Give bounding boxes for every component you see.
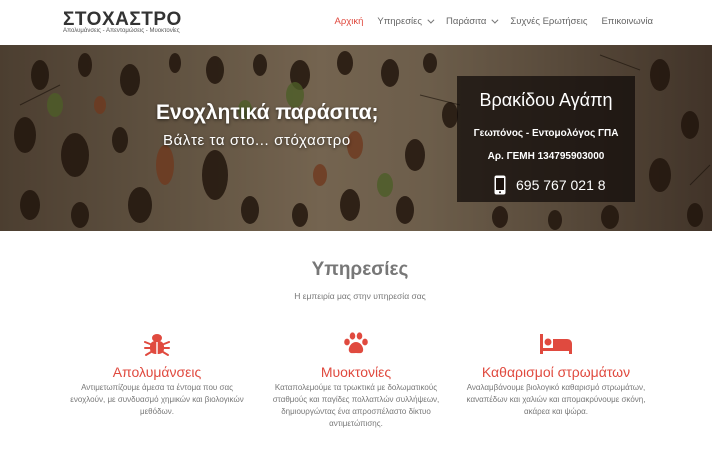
contact-role: Γεωπόνος - Εντομολόγος ΓΠΑ	[473, 128, 619, 139]
service-disinfection: Απολυμάνσεις Αντιμετωπίζουμε άμεσα τα έν…	[67, 330, 247, 418]
nav-item-home[interactable]: Αρχική	[335, 16, 364, 27]
contact-card: Βρακίδου Αγάπη Γεωπόνος - Εντομολόγος ΓΠ…	[457, 76, 635, 202]
main-nav: Αρχική Υπηρεσίες Παράσιτα Συχνές Ερωτήσε…	[321, 16, 654, 27]
logo-tagline: Απολυμάνσεις - Απεντομώσεις - Μυοκτονίες	[63, 28, 180, 34]
site-header: ΣΤΟΧΑΣΤΡΟ Απολυμάνσεις - Απεντομώσεις - …	[0, 0, 720, 45]
nav-item-contact[interactable]: Επικοινωνία	[601, 16, 653, 27]
nav-item-label: Αρχική	[334, 16, 364, 27]
service-name: Μυοκτονίες	[320, 364, 392, 380]
service-name: Καθαρισμοί στρωμάτων	[481, 364, 631, 380]
phone-number: 695 767 021 8	[516, 177, 606, 193]
nav-item-label: Επικοινωνία	[601, 16, 653, 27]
phone-link[interactable]: 695 767 021 8	[494, 175, 606, 195]
chevron-down-icon	[491, 16, 499, 24]
paw-icon	[344, 332, 368, 354]
nav-item-faq[interactable]: Συχνές Ερωτήσεις	[510, 16, 587, 27]
hero-banner: Ενοχλητικά παράσιτα; Βάλτε τα στο... στό…	[0, 45, 712, 231]
bug-icon	[144, 334, 170, 356]
service-name: Απολυμάνσεις	[112, 364, 202, 380]
service-description: Αναλαμβάνουμε βιολογικό καθαρισμό στρωμά…	[466, 383, 646, 416]
service-mattress-cleaning: Καθαρισμοί στρωμάτων Αναλαμβάνουμε βιολο…	[466, 330, 646, 418]
hero-title: Ενοχλητικά παράσιτα;	[156, 101, 379, 124]
contact-name: Βρακίδου Αγάπη	[479, 90, 613, 110]
nav-item-label: Συχνές Ερωτήσεις	[510, 16, 588, 27]
chevron-down-icon	[427, 16, 435, 24]
nav-item-pests[interactable]: Παράσιτα	[445, 16, 499, 27]
bed-icon	[540, 334, 572, 354]
nav-item-label: Παράσιτα	[445, 16, 487, 27]
service-description: Καταπολεμούμε τα τρωκτικά με δολωματικού…	[272, 383, 440, 428]
service-description: Αντιμετωπίζουμε άμεσα τα έντομα που σας …	[70, 383, 244, 416]
site-logo[interactable]: ΣΤΟΧΑΣΤΡΟ Απολυμάνσεις - Απεντομώσεις - …	[63, 9, 181, 37]
services-title: Υπηρεσίες	[311, 259, 409, 280]
hero-subtitle: Βάλτε τα στο... στόχαστρο	[163, 132, 351, 149]
nav-item-label: Υπηρεσίες	[377, 16, 422, 27]
services-subtitle: Η εμπειρία μας στην υπηρεσία σας	[294, 291, 426, 301]
mobile-phone-icon	[494, 175, 506, 195]
service-rodent-control: Μυοκτονίες Καταπολεμούμε τα τρωκτικά με …	[266, 330, 446, 430]
contact-registry: Αρ. ΓΕΜΗ 134795903000	[487, 151, 605, 162]
nav-item-services[interactable]: Υπηρεσίες	[377, 16, 435, 27]
